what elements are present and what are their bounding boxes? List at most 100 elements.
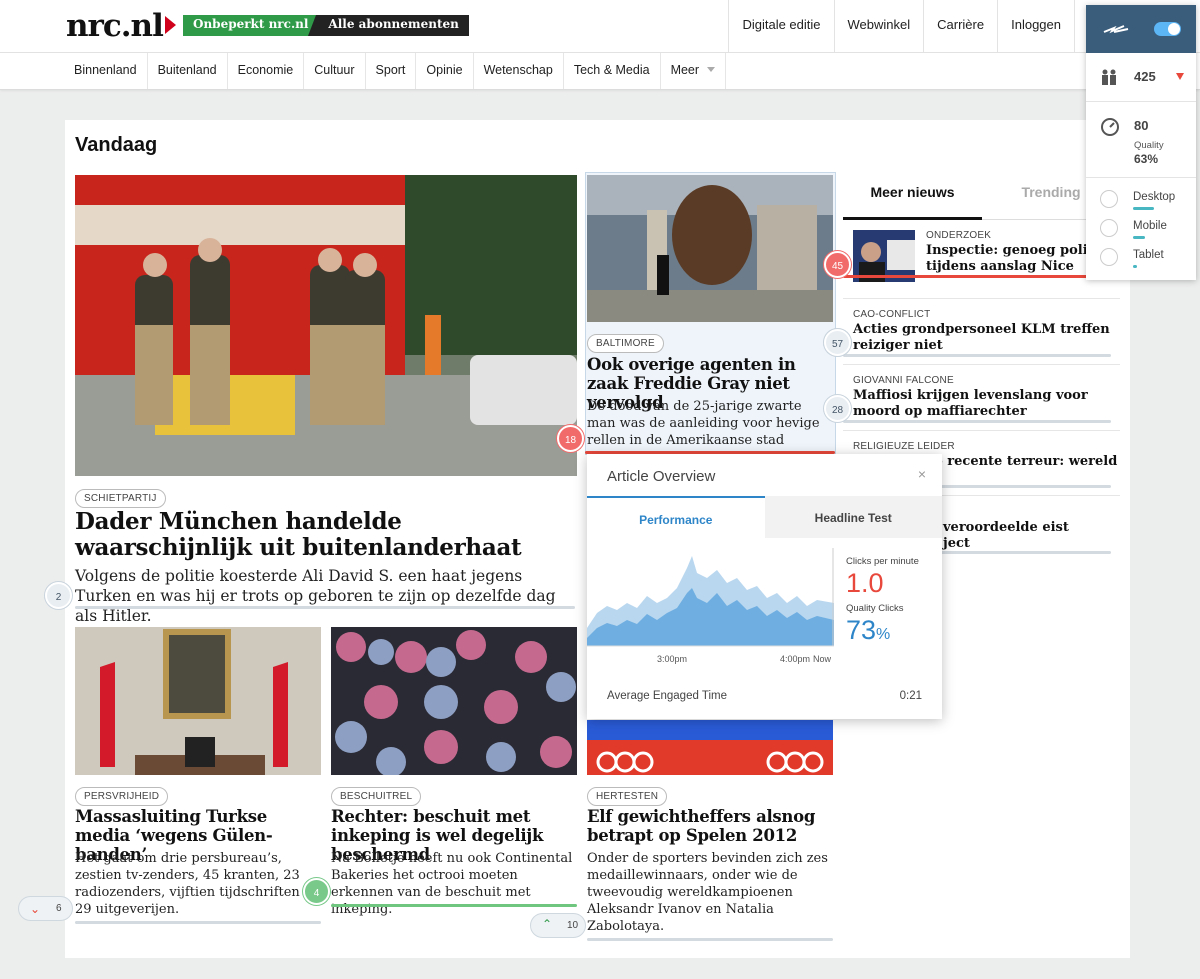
below-count: 6 bbox=[56, 903, 62, 914]
engaged-time-row: Average Engaged Time 0:21 bbox=[607, 690, 922, 702]
quality-percent: 63% bbox=[1134, 152, 1159, 166]
card-1-summary[interactable]: Het gaat om drie persbureau’s, zestien t… bbox=[75, 850, 321, 918]
top-header: nrc.nl Onbeperkt nrc.nl Alle abonnemente… bbox=[0, 0, 1200, 53]
visitors-trend-down-icon bbox=[1176, 73, 1184, 80]
sidebar-item-2-progress bbox=[843, 354, 1111, 357]
sidebar-tabs: Meer nieuws Trending bbox=[843, 172, 1120, 220]
card-2-progress bbox=[331, 904, 577, 907]
sidebar-item-1-progress bbox=[843, 275, 1120, 278]
quality-label: Quality bbox=[1134, 140, 1164, 151]
subscribe-all-link[interactable]: Alle abonnementen bbox=[308, 15, 469, 36]
nav-cultuur[interactable]: Cultuur bbox=[304, 53, 366, 89]
card-3-image[interactable] bbox=[587, 720, 833, 775]
second-article-badge-red[interactable]: 18 bbox=[557, 425, 584, 452]
nav-economie[interactable]: Economie bbox=[228, 53, 305, 89]
analytics-widget: 425 80 Quality 63% Desktop Mobile Tablet bbox=[1086, 5, 1196, 280]
link-carriere[interactable]: Carrière bbox=[923, 0, 997, 53]
card-3-tag[interactable]: HERTESTEN bbox=[587, 787, 668, 806]
lead-article-title[interactable]: Dader München handelde waarschijnlijk ui… bbox=[75, 509, 575, 561]
scroll-up-control[interactable]: ⌃ 10 bbox=[530, 913, 586, 938]
nav-tech-media[interactable]: Tech & Media bbox=[564, 53, 661, 89]
sidebar-item-1-badge[interactable]: 45 bbox=[824, 251, 851, 278]
sidebar-item-title[interactable]: Acties grondpersoneel KLM treffen reizig… bbox=[853, 322, 1113, 354]
link-webwinkel[interactable]: Webwinkel bbox=[833, 0, 924, 53]
radio-icon bbox=[1100, 248, 1118, 266]
quality-clicks-label: Quality Clicks bbox=[846, 603, 904, 614]
widget-header bbox=[1086, 5, 1196, 53]
card-1-image[interactable] bbox=[75, 627, 321, 775]
second-article-image[interactable] bbox=[587, 175, 833, 322]
scroll-down-control[interactable]: ⌄ 6 bbox=[18, 896, 73, 921]
sidebar-item-category: RELIGIEUZE LEIDER bbox=[853, 441, 955, 452]
section-nav: Binnenland Buitenland Economie Cultuur S… bbox=[0, 53, 1200, 90]
link-digitale-editie[interactable]: Digitale editie bbox=[728, 0, 833, 53]
top-links: Digitale editie Webwinkel Carrière Inlog… bbox=[728, 0, 1075, 53]
gauge-icon bbox=[1101, 118, 1119, 136]
card-3-title[interactable]: Elf gewichtheffers alsnog betrapt op Spe… bbox=[587, 807, 833, 845]
sidebar-item-2[interactable]: CAO-CONFLICT Acties grondpersoneel KLM t… bbox=[853, 309, 1130, 354]
engaged-time-value: 0:21 bbox=[899, 690, 922, 702]
nrc-logo[interactable]: nrc.nl bbox=[66, 8, 176, 44]
engaged-time-label: Average Engaged Time bbox=[607, 690, 727, 702]
nav-binnenland[interactable]: Binnenland bbox=[64, 53, 148, 89]
card-2-summary[interactable]: Na Bolletje heeft nu ook Continental Bak… bbox=[331, 850, 577, 918]
lead-article-badge[interactable]: 2 bbox=[45, 582, 72, 609]
link-inloggen[interactable]: Inloggen bbox=[997, 0, 1075, 53]
device-share-bar bbox=[1133, 236, 1145, 239]
sidebar-item-3-progress bbox=[843, 420, 1111, 423]
x-tick-4pm: 4:00pm bbox=[780, 654, 811, 664]
quality-score: 80 bbox=[1134, 118, 1149, 133]
second-article-tag[interactable]: BALTIMORE bbox=[587, 334, 664, 353]
toggle-switch[interactable] bbox=[1154, 22, 1181, 36]
lead-article-tag[interactable]: SCHIETPARTIJ bbox=[75, 489, 166, 508]
logo-triangle-icon bbox=[164, 16, 176, 34]
radio-icon bbox=[1100, 190, 1118, 208]
card-2-tag[interactable]: BESCHUITREL bbox=[331, 787, 422, 806]
close-icon[interactable]: × bbox=[918, 466, 926, 482]
card-2-badge[interactable]: 4 bbox=[303, 878, 330, 905]
chevron-down-icon: ⌄ bbox=[30, 902, 41, 916]
card-3-progress bbox=[587, 938, 833, 941]
subscribe-unlimited-link[interactable]: Onbeperkt nrc.nl bbox=[183, 15, 317, 36]
second-article-badge[interactable]: 57 bbox=[824, 329, 851, 356]
popup-tabs: Performance Headline Test bbox=[587, 496, 942, 538]
card-1-tag[interactable]: PERSVRIJHEID bbox=[75, 787, 169, 806]
article-overview-popup: Article Overview × Performance Headline … bbox=[587, 454, 942, 719]
sidebar-item-3-badge[interactable]: 28 bbox=[824, 395, 851, 422]
quality-row[interactable]: 80 Quality 63% bbox=[1086, 102, 1196, 178]
tab-performance[interactable]: Performance bbox=[587, 496, 765, 538]
divider bbox=[843, 364, 1120, 365]
nav-buitenland[interactable]: Buitenland bbox=[148, 53, 228, 89]
divider bbox=[843, 298, 1120, 299]
card-3-summary[interactable]: Onder de sporters bevinden zich zes meda… bbox=[587, 850, 833, 935]
sidebar-item-3[interactable]: GIOVANNI FALCONE Maffiosi krijgen levens… bbox=[853, 375, 1130, 420]
sidebar-item-category: CAO-CONFLICT bbox=[853, 309, 931, 320]
chevron-up-icon: ⌃ bbox=[542, 917, 553, 931]
quality-clicks-value: 73% bbox=[846, 615, 891, 645]
radio-icon bbox=[1100, 219, 1118, 237]
subscribe-banner[interactable]: Onbeperkt nrc.nl Alle abonnementen bbox=[183, 15, 469, 36]
tab-meer-nieuws[interactable]: Meer nieuws bbox=[843, 172, 982, 220]
sidebar-item-category: GIOVANNI FALCONE bbox=[853, 375, 954, 386]
nav-wetenschap[interactable]: Wetenschap bbox=[474, 53, 564, 89]
nav-opinie[interactable]: Opinie bbox=[416, 53, 474, 89]
lead-article-progress bbox=[75, 606, 575, 609]
device-share-bar bbox=[1133, 207, 1154, 210]
nav-meer-dropdown[interactable]: Meer bbox=[661, 53, 727, 89]
card-1-progress bbox=[75, 921, 321, 924]
device-label: Desktop bbox=[1133, 191, 1176, 203]
visitors-row[interactable]: 425 bbox=[1086, 53, 1196, 102]
x-tick-now: Now bbox=[813, 654, 832, 664]
x-tick-3pm: 3:00pm bbox=[657, 654, 688, 664]
nav-sport[interactable]: Sport bbox=[366, 53, 417, 89]
lead-article-summary[interactable]: Volgens de politie koesterde Ali David S… bbox=[75, 566, 565, 626]
popup-title: Article Overview bbox=[607, 468, 716, 485]
card-2-image[interactable] bbox=[331, 627, 577, 775]
tab-headline-test[interactable]: Headline Test bbox=[764, 496, 942, 538]
device-label: Mobile bbox=[1133, 220, 1167, 232]
clicks-per-minute-value: 1.0 bbox=[846, 568, 884, 598]
lightning-logo-icon[interactable] bbox=[1102, 22, 1132, 38]
clicks-per-minute-label: Clicks per minute bbox=[846, 556, 919, 567]
lead-article-image[interactable] bbox=[75, 175, 577, 476]
sidebar-item-title[interactable]: Maffiosi krijgen levenslang voor moord o… bbox=[853, 388, 1118, 420]
